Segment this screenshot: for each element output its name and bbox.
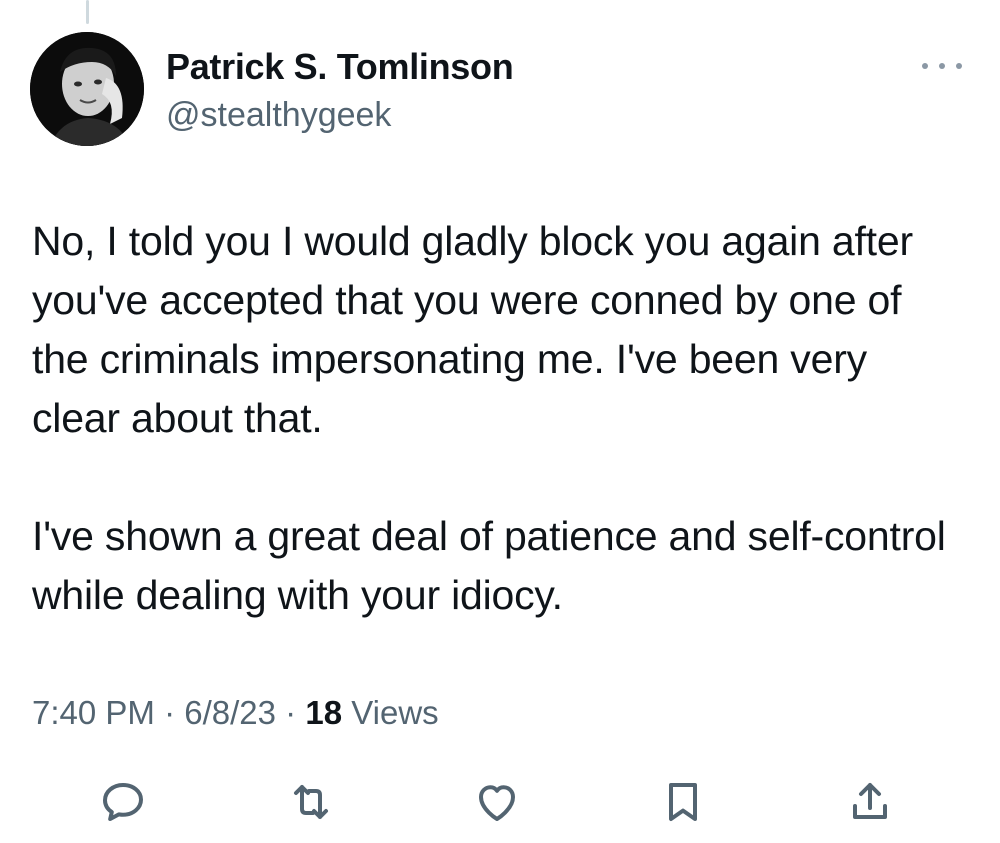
reply-icon	[103, 783, 143, 821]
more-dot	[922, 63, 928, 69]
author-handle[interactable]: @stealthygeek	[166, 96, 391, 135]
meta-separator: ·	[164, 694, 176, 731]
tweet-time[interactable]: 7:40 PM	[32, 694, 155, 731]
more-dot	[956, 63, 962, 69]
views-label[interactable]: Views	[351, 694, 438, 731]
retweet-icon	[294, 785, 328, 819]
meta-separator: ·	[285, 694, 297, 731]
like-button[interactable]	[467, 772, 527, 832]
thread-connector-line	[86, 0, 89, 24]
heart-icon	[479, 785, 515, 821]
more-dot	[939, 63, 945, 69]
bookmark-button[interactable]	[653, 772, 713, 832]
action-bar	[0, 772, 1000, 832]
share-icon	[853, 783, 887, 819]
tweet-meta: 7:40 PM · 6/8/23 · 18 Views	[32, 694, 439, 732]
profile-photo	[30, 32, 144, 146]
views-count[interactable]: 18	[305, 694, 342, 731]
avatar[interactable]	[30, 32, 144, 146]
tweet-date[interactable]: 6/8/23	[184, 694, 276, 731]
more-horizontal-icon[interactable]	[922, 58, 962, 74]
retweet-button[interactable]	[281, 772, 341, 832]
author-display-name[interactable]: Patrick S. Tomlinson	[166, 46, 514, 88]
reply-button[interactable]	[93, 772, 153, 832]
tweet-paragraph: No, I told you I would gladly block you …	[32, 218, 913, 441]
bookmark-icon	[669, 783, 697, 821]
tweet-text: No, I told you I would gladly block you …	[32, 212, 962, 625]
tweet-header: Patrick S. Tomlinson @stealthygeek	[30, 32, 970, 152]
share-button[interactable]	[840, 772, 900, 832]
tweet-paragraph: I've shown a great deal of patience and …	[32, 513, 946, 618]
